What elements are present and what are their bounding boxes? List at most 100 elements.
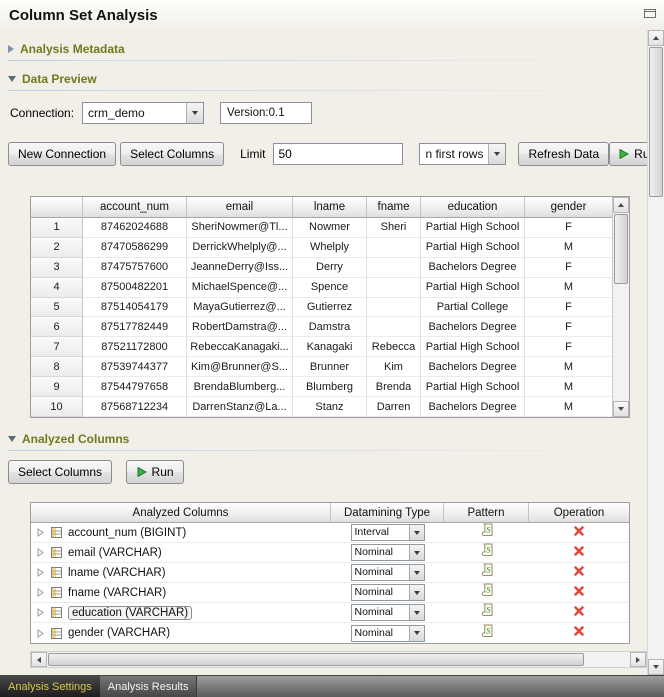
dropdown-arrow-icon[interactable] (409, 626, 424, 641)
column-icon (50, 586, 63, 599)
analyzed-column-name[interactable]: account_num (BIGINT) (68, 527, 186, 539)
pattern-icon[interactable] (480, 624, 494, 643)
column-header-account-num[interactable]: account_num (83, 197, 187, 218)
delete-operation-icon[interactable] (573, 624, 585, 642)
column-header-operation[interactable]: Operation (529, 503, 629, 523)
column-header-lname[interactable]: lname (293, 197, 367, 218)
table-row[interactable]: 3 87475757600 JeanneDerry@Iss... Derry B… (31, 258, 612, 278)
expand-arrow-icon[interactable] (36, 528, 45, 537)
delete-operation-icon[interactable] (573, 584, 585, 602)
data-preview-toolbar: New Connection Select Columns Limit n fi… (8, 142, 639, 166)
expand-arrow-icon[interactable] (36, 548, 45, 557)
new-connection-button[interactable]: New Connection (8, 142, 116, 166)
limit-input[interactable] (273, 143, 403, 165)
table-vertical-scrollbar[interactable] (612, 197, 629, 417)
delete-operation-icon[interactable] (573, 544, 585, 562)
datamining-type-combo[interactable]: Nominal (351, 625, 425, 642)
play-icon (619, 149, 629, 159)
scroll-down-arrow-icon[interactable] (648, 659, 664, 675)
expand-arrow-icon[interactable] (36, 568, 45, 577)
pattern-icon[interactable] (480, 583, 494, 602)
dropdown-arrow-icon[interactable] (409, 565, 424, 580)
analyzed-column-row-selected[interactable]: education (VARCHAR) Nominal (31, 603, 629, 623)
pattern-icon[interactable] (480, 563, 494, 582)
pattern-icon[interactable] (480, 523, 494, 542)
column-header-email[interactable]: email (187, 197, 293, 218)
analyzed-columns-toolbar: Select Columns Run (8, 460, 184, 484)
column-header-education[interactable]: education (421, 197, 525, 218)
delete-operation-icon[interactable] (573, 604, 585, 622)
column-header-fname[interactable]: fname (367, 197, 421, 218)
datamining-type-combo[interactable]: Interval (351, 524, 425, 541)
delete-operation-icon[interactable] (573, 524, 585, 542)
table-row[interactable]: 8 87539744377 Kim@Brunner@S... Brunner K… (31, 357, 612, 377)
table-row[interactable]: 1 87462024688 SheriNowmer@Tl... Nowmer S… (31, 218, 612, 238)
analyzed-column-name[interactable]: email (VARCHAR) (68, 547, 162, 559)
datamining-type-combo[interactable]: Nominal (351, 604, 425, 621)
column-header-gender[interactable]: gender (525, 197, 612, 218)
select-columns-button[interactable]: Select Columns (8, 460, 112, 484)
analyzed-column-row[interactable]: gender (VARCHAR) Nominal (31, 623, 629, 643)
scroll-thumb[interactable] (48, 653, 584, 666)
scroll-left-arrow-icon[interactable] (31, 652, 47, 667)
section-analysis-metadata[interactable]: Analysis Metadata (8, 40, 125, 58)
dropdown-arrow-icon[interactable] (409, 585, 424, 600)
column-icon (50, 546, 63, 559)
table-row[interactable]: 2 87470586299 DerrickWhelply@... Whelply… (31, 238, 612, 258)
scroll-down-arrow-icon[interactable] (613, 401, 629, 417)
tab-analysis-settings[interactable]: Analysis Settings (0, 676, 100, 697)
analyzed-column-name[interactable]: education (VARCHAR) (68, 606, 192, 620)
scroll-thumb[interactable] (649, 47, 663, 197)
dropdown-arrow-icon[interactable] (409, 545, 424, 560)
dropdown-arrow-icon[interactable] (186, 103, 203, 123)
table-row[interactable]: 5 87514054179 MayaGutierrez@... Gutierre… (31, 298, 612, 318)
analyzed-column-name[interactable]: lname (VARCHAR) (68, 567, 166, 579)
cell-education: Bachelors Degree (421, 357, 525, 377)
analyzed-column-row[interactable]: lname (VARCHAR) Nominal (31, 563, 629, 583)
table-row[interactable]: 6 87517782449 RobertDamstra@... Damstra … (31, 317, 612, 337)
pattern-icon[interactable] (480, 603, 494, 622)
rows-mode-value: n first rows (420, 144, 488, 164)
analyzed-column-row[interactable]: account_num (BIGINT) Interval (31, 523, 629, 543)
datamining-type-combo[interactable]: Nominal (351, 584, 425, 601)
rows-mode-combo[interactable]: n first rows (419, 143, 506, 165)
table-row[interactable]: 4 87500482201 MichaelSpence@... Spence P… (31, 278, 612, 298)
dropdown-arrow-icon[interactable] (409, 525, 424, 540)
run-button[interactable]: Run (126, 460, 184, 484)
analyzed-column-name[interactable]: fname (VARCHAR) (68, 587, 166, 599)
section-data-preview[interactable]: Data Preview (8, 70, 97, 88)
column-header-analyzed-columns[interactable]: Analyzed Columns (31, 503, 331, 523)
scroll-thumb[interactable] (614, 214, 628, 284)
analyzed-column-row[interactable]: fname (VARCHAR) Nominal (31, 583, 629, 603)
scroll-up-arrow-icon[interactable] (648, 30, 664, 46)
expand-arrow-icon[interactable] (36, 629, 45, 638)
dropdown-arrow-icon[interactable] (409, 605, 424, 620)
datamining-type-combo[interactable]: Nominal (351, 564, 425, 581)
column-header-datamining-type[interactable]: Datamining Type (331, 503, 444, 523)
section-analyzed-columns[interactable]: Analyzed Columns (8, 430, 129, 448)
expand-arrow-icon[interactable] (36, 608, 45, 617)
refresh-data-button[interactable]: Refresh Data (518, 142, 609, 166)
delete-operation-icon[interactable] (573, 564, 585, 582)
table-row[interactable]: 10 87568712234 DarrenStanz@La... Stanz D… (31, 397, 612, 417)
select-columns-button[interactable]: Select Columns (120, 142, 224, 166)
table-row[interactable]: 7 87521172800 RebeccaKanagaki... Kanagak… (31, 337, 612, 357)
pattern-icon[interactable] (480, 543, 494, 562)
expand-arrow-icon[interactable] (36, 588, 45, 597)
analyzed-column-row[interactable]: email (VARCHAR) Nominal (31, 543, 629, 563)
table-row[interactable]: 9 87544797658 BrendaBlumberg... Blumberg… (31, 377, 612, 397)
main-vertical-scrollbar[interactable] (647, 30, 664, 675)
horizontal-scrollbar[interactable] (30, 651, 647, 668)
datamining-type-combo[interactable]: Nominal (351, 544, 425, 561)
tab-analysis-results[interactable]: Analysis Results (100, 676, 198, 697)
scroll-up-arrow-icon[interactable] (613, 197, 629, 213)
dropdown-arrow-icon[interactable] (488, 144, 505, 164)
column-header-pattern[interactable]: Pattern (444, 503, 529, 523)
connection-combo[interactable]: crm_demo (82, 102, 204, 124)
row-number-column-header[interactable] (31, 197, 83, 218)
row-number: 3 (31, 258, 83, 278)
analyzed-column-name[interactable]: gender (VARCHAR) (68, 627, 170, 639)
run-button-label: Run (152, 465, 174, 479)
minimize-icon[interactable] (643, 6, 657, 20)
scroll-right-arrow-icon[interactable] (630, 652, 646, 667)
